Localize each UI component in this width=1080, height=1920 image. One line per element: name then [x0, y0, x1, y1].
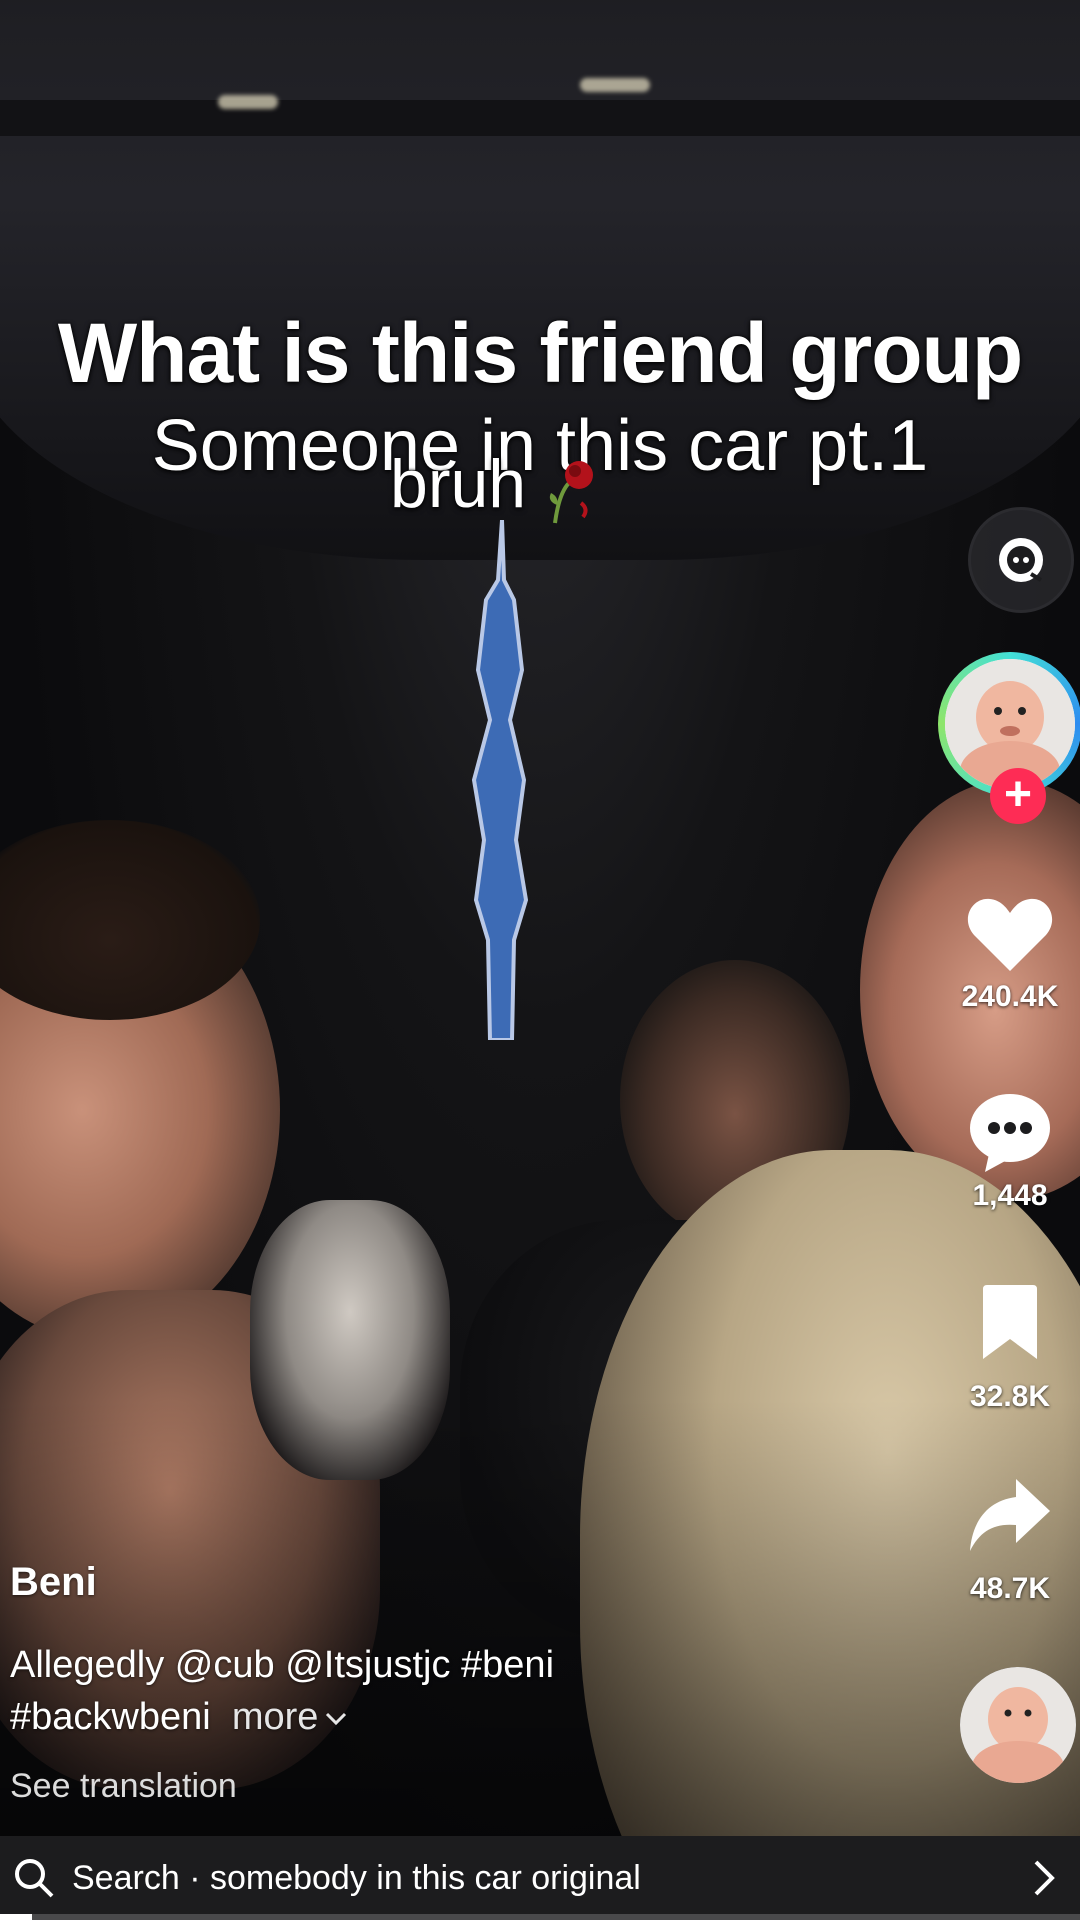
video-progress-fill	[0, 1914, 33, 1920]
post-caption: Beni Allegedly @cub @Itsjustjc #beni #ba…	[10, 1560, 810, 1806]
comment-icon	[970, 1094, 1050, 1172]
search-text: Search · somebody in this car original	[72, 1859, 641, 1898]
lens-icon	[999, 538, 1043, 582]
comment-count: 1,448	[972, 1179, 1048, 1212]
follow-plus-button[interactable]: +	[990, 768, 1046, 824]
hashtag-beni[interactable]: #beni	[461, 1644, 554, 1686]
hashtag-backwbeni[interactable]: #backwbeni	[10, 1696, 211, 1738]
search-separator: ·	[189, 1858, 201, 1897]
chevron-right-icon	[1034, 1860, 1055, 1896]
caption-text: Allegedly @cub @Itsjustjc #beni #backwbe…	[10, 1639, 810, 1743]
sound-disc[interactable]	[960, 1667, 1076, 1783]
comment-button[interactable]: 1,448	[940, 1090, 1080, 1213]
mention-itsjustjc[interactable]: @Itsjustjc	[285, 1644, 450, 1686]
mention-cub[interactable]: @cub	[175, 1644, 275, 1686]
video-progress-bar[interactable]	[0, 1914, 1080, 1920]
see-translation-link[interactable]: See translation	[10, 1767, 810, 1806]
search-icon	[15, 1859, 54, 1898]
like-button[interactable]: 240.4K	[940, 895, 1080, 1014]
overlay-text-line3: bruh	[390, 445, 597, 525]
dome-light	[580, 78, 650, 92]
chevron-down-icon	[326, 1712, 347, 1726]
caption-prefix: Allegedly	[10, 1644, 165, 1686]
save-count: 32.8K	[969, 1380, 1051, 1413]
share-arrow-icon	[970, 1479, 1050, 1551]
wilted-rose-icon	[549, 461, 594, 524]
sound-disc-image	[960, 1667, 1076, 1783]
overlay-text-line1: What is this friend group	[57, 306, 1023, 400]
search-lens-button[interactable]	[968, 507, 1074, 613]
bookmark-icon	[983, 1285, 1037, 1359]
more-link[interactable]: more	[232, 1696, 349, 1738]
save-button[interactable]: 32.8K	[940, 1285, 1080, 1414]
air-freshener	[471, 520, 529, 1040]
overlay-text-bruh: bruh	[390, 446, 527, 522]
heart-icon	[967, 898, 1053, 971]
author-name[interactable]: Beni	[10, 1560, 810, 1605]
search-query: somebody in this car original	[209, 1858, 641, 1897]
like-count: 240.4K	[961, 980, 1059, 1013]
roof-bar	[0, 100, 1080, 136]
search-label: Search	[72, 1858, 180, 1897]
dome-light	[218, 95, 278, 109]
share-button[interactable]: 48.7K	[940, 1475, 1080, 1606]
related-search-bar[interactable]: Search · somebody in this car original	[0, 1836, 1080, 1920]
more-label: more	[231, 1696, 319, 1738]
share-count: 48.7K	[969, 1572, 1051, 1605]
